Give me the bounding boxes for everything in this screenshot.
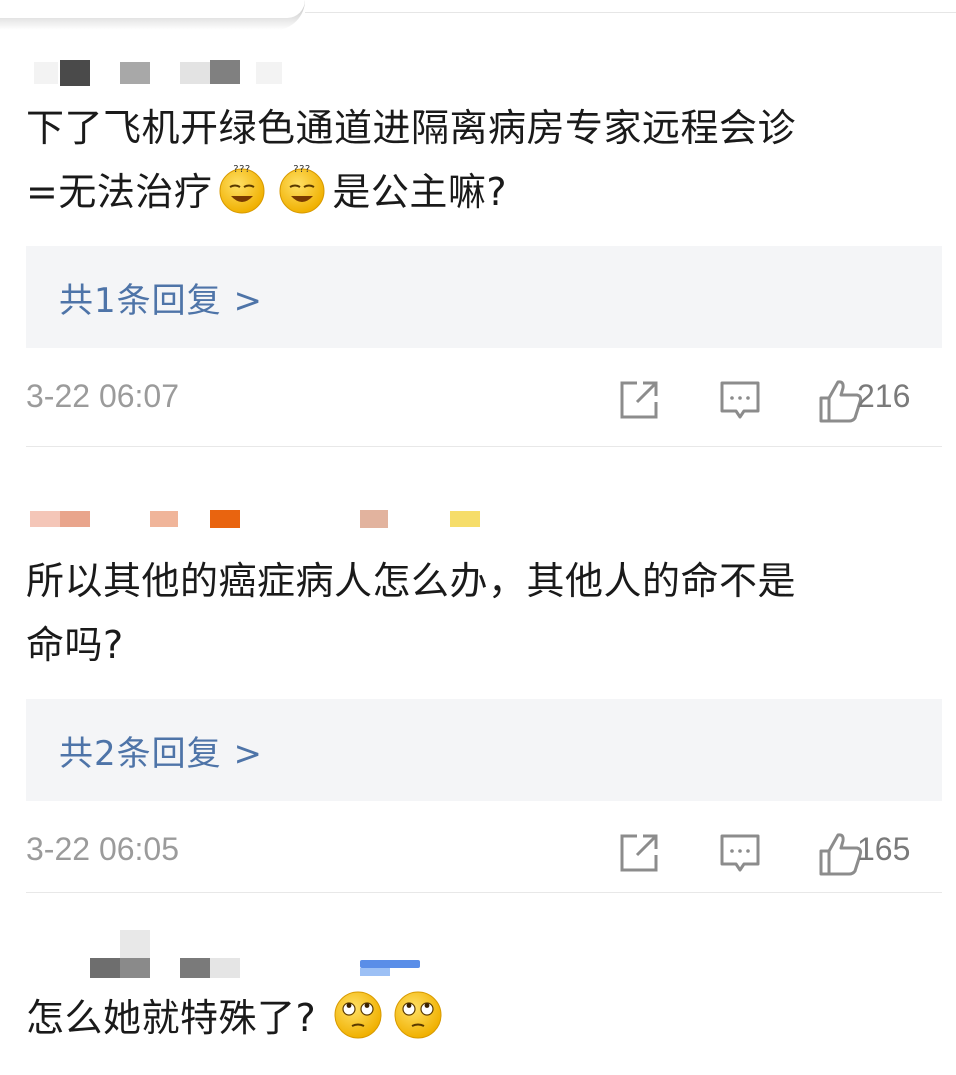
svg-text:???: ??? (294, 164, 311, 175)
comment-divider (26, 446, 942, 447)
dizzy-smile-emoji-icon: ??? (219, 164, 265, 214)
like-count: 216 (857, 378, 911, 414)
eye-roll-emoji-icon (394, 991, 442, 1039)
comment-timestamp: 3-22 06:05 (26, 831, 180, 867)
like-count: 165 (857, 831, 911, 867)
comment-timestamp: 3-22 06:07 (26, 378, 180, 414)
redacted-username (26, 56, 942, 86)
share-icon[interactable] (617, 831, 661, 875)
comment-item: 所以其他的癌症病人怎么办，其他人的命不是 命吗? 共2条回复 > 3-22 06… (26, 503, 942, 905)
top-divider (305, 12, 956, 13)
comment-meta-row: 3-22 06:05 165 (26, 801, 942, 905)
comment-meta-row: 3-22 06:07 216 (26, 348, 942, 452)
comment-item: 下了飞机开绿色通道进隔离病房专家远程会诊 =无法治疗 ??? ??? 是公主嘛?… (26, 56, 942, 452)
eye-roll-emoji-icon (334, 991, 382, 1039)
reply-summary-box[interactable]: 共2条回复 > (26, 699, 942, 801)
comment-text: 下了飞机开绿色通道进隔离病房专家远程会诊 =无法治疗 ??? ??? 是公主嘛? (26, 106, 797, 214)
top-edge-shadow (0, 0, 305, 30)
comment-divider (26, 892, 942, 893)
redacted-username (26, 503, 942, 533)
dizzy-smile-emoji-icon: ??? (279, 164, 325, 214)
reply-summary-box[interactable]: 共1条回复 > (26, 246, 942, 348)
svg-text:???: ??? (234, 164, 251, 175)
comment-text: 所以其他的癌症病人怎么办，其他人的命不是 命吗? (26, 559, 797, 667)
comment-text: 怎么她就特殊了? (26, 986, 942, 1050)
redacted-username (26, 928, 942, 978)
view-replies-link[interactable]: 共1条回复 > (59, 273, 263, 322)
comment-item: 怎么她就特殊了? (26, 928, 942, 1050)
view-replies-link[interactable]: 共2条回复 > (59, 726, 263, 775)
share-icon[interactable] (617, 378, 661, 422)
comment-icon[interactable] (718, 831, 762, 875)
comment-icon[interactable] (718, 378, 762, 422)
